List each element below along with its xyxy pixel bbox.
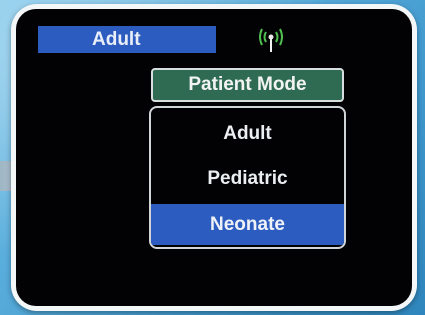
menu-option-pediatric[interactable]: Pediatric <box>151 160 344 198</box>
menu-option-neonate-selected[interactable]: Neonate <box>151 204 344 245</box>
menu-option-adult[interactable]: Adult <box>151 115 344 153</box>
patient-mode-options-list: Adult Pediatric Neonate <box>149 106 346 249</box>
patient-mode-menu-title: Patient Mode <box>151 68 344 102</box>
device-screen: Adult Patient Mode Adult Pediatric Neona… <box>16 9 412 306</box>
patient-mode-indicator[interactable]: Adult <box>38 26 216 53</box>
antenna-signal-icon <box>259 28 283 52</box>
